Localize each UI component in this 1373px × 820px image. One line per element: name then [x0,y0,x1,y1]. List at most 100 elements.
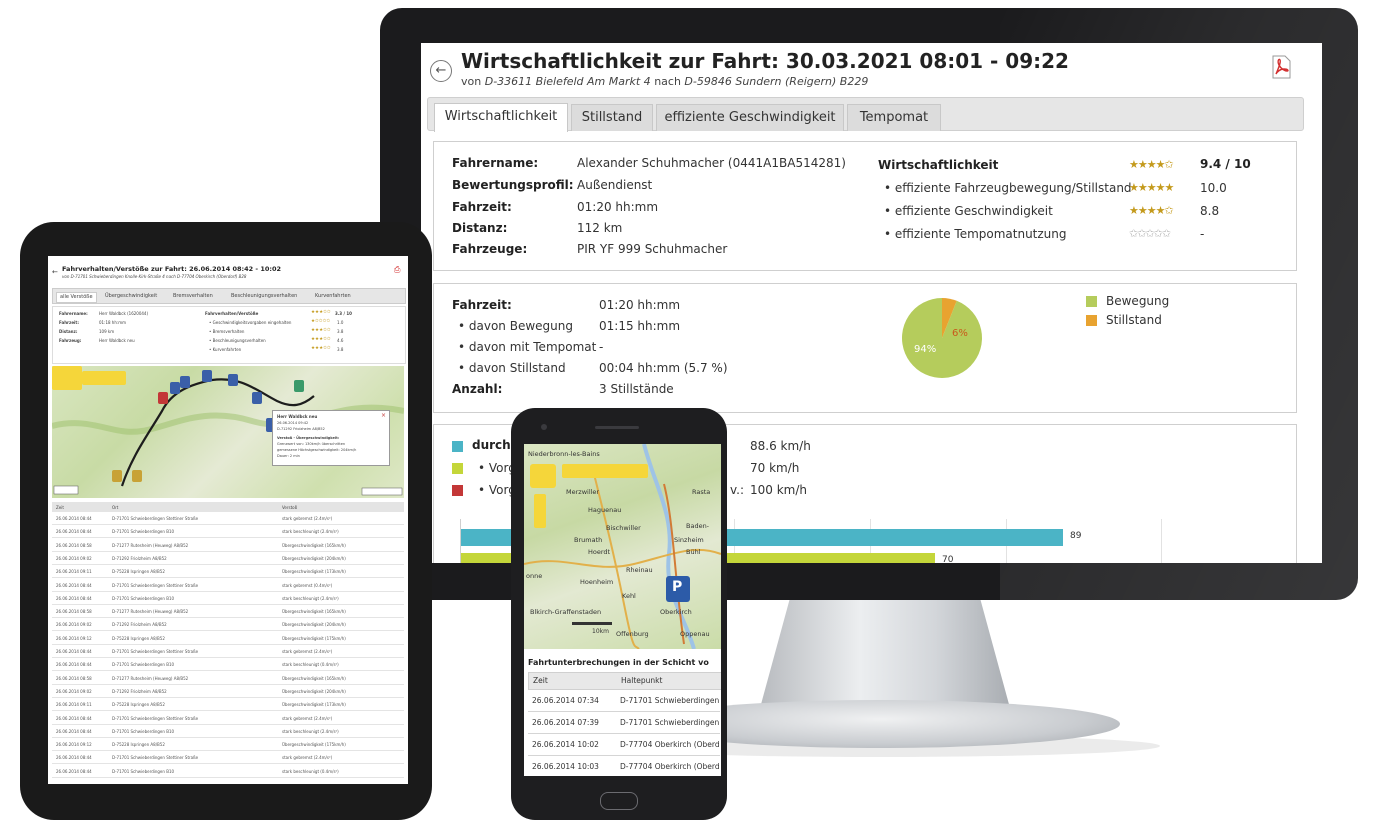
tablet-tab[interactable]: Übergeschwindigkeit [105,293,157,299]
tablet-table-cell: 26.06.2014 08:44 [56,649,92,654]
rating-score: 9.4 / 10 [1200,157,1251,171]
tab-effiziente-geschwindigkeit[interactable]: effiziente Geschwindigkeit [656,104,844,131]
tablet-tab[interactable]: Kurvenfahrten [315,293,351,299]
tablet-table-cell: 26.06.2014 09:11 [56,569,92,575]
speed-limit-swatch [452,463,463,474]
tablet-table-row[interactable]: 26.06.2014 09:11 D-75228 Ispringen A8/B52… [52,699,404,712]
ss-standstill-label: • davon Stillstand [458,361,566,375]
popup-line: D-71292 Friolzheim A8/B52 [277,427,325,431]
tablet-rating-item: • Beschleunigungsverhalten [209,338,266,343]
tablet-table-cell: Übergeschwindigkeit (204km/h) [282,555,346,561]
tablet-table-row[interactable]: 26.06.2014 08:44 D-71701 Schwieberdingen … [52,593,404,605]
pdf-export-icon[interactable] [1270,55,1292,79]
tab-tempomat[interactable]: Tempomat [847,104,941,131]
scale-label: 10km [592,628,609,635]
ss-drivetime-label: Fahrzeit: [452,298,512,312]
popup-line: 26.06.2014 09:42 [277,421,309,425]
tablet-rating-item: • Bremsverhalten [209,329,245,334]
tablet-table-row[interactable]: 26.06.2014 08:44 D-71701 Schwieberdingen … [52,766,404,778]
drivetime-value: 01:20 hh:mm [577,200,659,214]
tablet-table-cell: Übergeschwindigkeit (204km/h) [282,622,346,628]
vehicles-label: Fahrzeuge: [452,242,528,256]
speed-avg-value: 88.6 km/h [750,439,811,453]
tablet-tab[interactable]: alle Verstöße [56,292,97,303]
tablet-table-cell: 26.06.2014 08:44 [56,662,92,668]
tablet-table-header: Zeit Ort Verstoß [52,502,404,512]
tablet-col-header[interactable]: Zeit [56,505,64,510]
tablet-table-cell: 26.06.2014 09:02 [56,688,92,694]
tablet-table-row[interactable]: 26.06.2014 08:58 D-71277 Rutesheim (Heuwe… [52,540,404,552]
phone-map-toolbar [562,464,648,478]
tablet-title: Fahrverhalten/Verstöße zur Fahrt: 26.06.… [62,265,282,273]
subtitle-from: D-33611 Bielefeld Am Markt 4 [484,75,651,88]
speed-limit2-swatch [452,485,463,496]
tablet-table-row[interactable]: 26.06.2014 08:44 D-71701 Schwieberdingen … [52,752,404,765]
tablet-table-cell: 26.06.2014 09:02 [56,555,92,561]
tablet-info-label: Fahrzeit: [59,320,79,325]
tablet-pdf-icon[interactable]: ⎙ [394,265,400,275]
popup-line: Verstoß - Übergeschwindigkeit: [277,436,340,440]
tablet-map-toolbar [82,371,126,385]
tablet-table-row[interactable]: 26.06.2014 09:02 D-71292 Friolzheim A8/B5… [52,619,404,632]
rating-item-label: • effiziente Geschwindigkeit [884,204,1053,218]
rating-item-stars: ★★★★★ [1129,181,1174,194]
phone-home-button[interactable] [600,792,638,810]
phone-col-header[interactable]: Zeit [533,676,548,685]
page-title: Wirtschaftlichkeit zur Fahrt: 30.03.2021… [461,49,1069,73]
tablet-table-cell: Übergeschwindigkeit (165km/h) [282,609,346,615]
map-place-label: Brumath [574,536,603,544]
tablet-table-row[interactable]: 26.06.2014 09:02 D-71292 Friolzheim A8/B5… [52,686,404,698]
tab-wirtschaftlichkeit[interactable]: Wirtschaftlichkeit [434,103,568,132]
tablet-subtitle: von D-71701 Schwieberdingen Knolle-Kirk-… [62,274,247,279]
tablet-table-row[interactable]: 26.06.2014 08:44 D-71701 Schwieberdingen … [52,713,404,725]
back-arrow-icon[interactable]: ← [430,60,452,82]
tablet-col-header[interactable]: Ort [112,505,118,510]
tab-bar: Wirtschaftlichkeit Stillstand effiziente… [427,97,1304,132]
phone-table-cell: D-71701 Schwieberdingen [620,696,720,705]
tablet-table-row[interactable]: 26.06.2014 08:44 D-71701 Schwieberdingen … [52,646,404,658]
tablet-map-pan-control [52,366,82,390]
popup-close-icon[interactable]: × [381,412,386,419]
tablet-col-header[interactable]: Verstoß [282,505,297,510]
tablet-table-row[interactable]: 26.06.2014 08:58 D-71277 Rutesheim (Heuwe… [52,673,404,685]
phone-table-row[interactable]: 26.06.2014 10:02 D-77704 Oberkirch (Oberd [528,733,720,756]
phone-col-header[interactable]: Haltepunkt [621,676,662,685]
tablet-table-row[interactable]: 26.06.2014 08:44 D-71701 Schwieberdingen … [52,580,404,592]
driver-label: Fahrername: [452,156,539,170]
phone-table-row[interactable]: 26.06.2014 07:34 D-71701 Schwieberdingen [528,689,720,712]
tab-stillstand[interactable]: Stillstand [571,104,653,131]
tablet-tab[interactable]: Beschleunigungsverhalten [231,293,297,299]
tablet-route-map[interactable]: Herr Waldbck neu × 26.06.2014 09:42 D-71… [52,366,404,498]
tablet-info-value: 01:18 hh:mm [99,320,127,325]
tablet-table-cell: 26.06.2014 08:44 [56,728,92,734]
tablet-info-label: Distanz: [59,329,78,334]
tablet-map-popup: Herr Waldbck neu × 26.06.2014 09:42 D-71… [272,410,390,466]
tablet-rating-score: 3.3 / 10 [335,311,352,316]
tablet-tab[interactable]: Bremsverhalten [173,293,213,299]
phone-table-header: Zeit Haltepunkt [528,672,721,690]
tablet-table-row[interactable]: 26.06.2014 08:44 D-71701 Schwieberdingen … [52,513,404,525]
tablet-table-row[interactable]: 26.06.2014 08:44 D-71701 Schwieberdingen … [52,659,404,672]
map-place-label: Oberkirch [660,608,692,616]
tablet-table-cell: D-71701 Schwieberdingen Stettiner Straße [112,755,199,761]
tablet-rating-item-stars: ★★★✩✩ [311,328,331,333]
tablet-table-row[interactable]: 26.06.2014 08:58 D-71277 Rutesheim (Heuwe… [52,606,404,619]
tablet-table-cell: 26.06.2014 09:12 [56,742,92,748]
tablet-table-cell: 26.06.2014 08:44 [56,768,92,774]
standstill-panel: Fahrzeit: 01:20 hh:mm • davon Bewegung 0… [433,283,1297,413]
popup-line: Dauer: 2 min [277,454,300,458]
tablet-table-row[interactable]: 26.06.2014 08:44 D-71701 Schwieberdingen … [52,726,404,738]
map-place-label: Sinzheim [674,536,704,544]
phone-table-row[interactable]: 26.06.2014 07:39 D-71701 Schwieberdingen [528,711,720,734]
tablet-table-row[interactable]: 26.06.2014 09:12 D-75228 Ispringen A8/B52… [52,739,404,752]
tablet-table-cell: 26.06.2014 08:44 [56,755,92,761]
tablet-table-row[interactable]: 26.06.2014 08:44 D-71701 Schwieberdingen … [52,526,404,539]
phone-table-row[interactable]: 26.06.2014 10:03 D-77704 Oberkirch (Oberd [528,755,720,776]
tablet-table-row[interactable]: 26.06.2014 09:11 D-75228 Ispringen A8/B52… [52,566,404,579]
popup-line: gemessene Höchstgeschwindigkeit: 204km/h [277,448,357,452]
tablet-table-row[interactable]: 26.06.2014 09:02 D-71292 Friolzheim A8/B5… [52,553,404,565]
monitor-stand-neck [760,598,1010,708]
tablet-table-row[interactable]: 26.06.2014 09:12 D-75228 Ispringen A8/B52… [52,633,404,645]
phone-map[interactable]: P 10km Niederbronn-les-Bains Merzwiller Ha… [524,444,721,649]
page-subtitle: von D-33611 Bielefeld Am Markt 4 nach D-… [461,75,868,88]
